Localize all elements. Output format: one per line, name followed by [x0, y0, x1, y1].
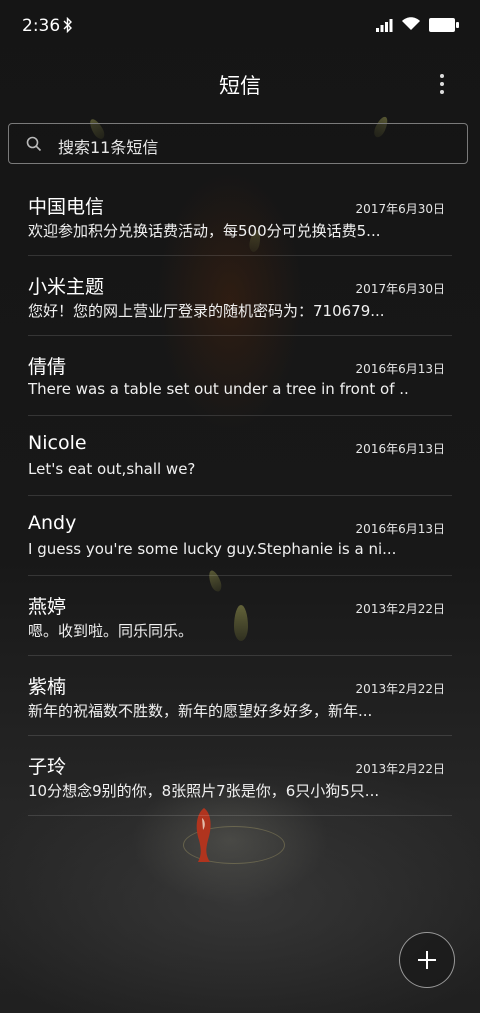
battery-icon: [429, 18, 459, 32]
contact-name: 紫楠: [28, 676, 67, 698]
message-list: 中国电信 2017年6月30日 欢迎参加积分兑换话费活动，每500分可兑换话费5…: [0, 176, 480, 816]
message-date: 2017年6月30日: [355, 282, 445, 296]
message-preview: 嗯。收到啦。同乐同乐。: [28, 622, 194, 640]
message-preview: Let's eat out,shall we?: [28, 460, 196, 478]
more-vertical-icon: [440, 90, 444, 94]
message-preview: 欢迎参加积分兑换话费活动，每500分可兑换话费5...: [28, 222, 381, 240]
message-date: 2013年2月22日: [355, 762, 445, 776]
signal-icon: [376, 19, 393, 32]
message-date: 2016年6月13日: [355, 442, 445, 456]
message-preview: 新年的祝福数不胜数，新年的愿望好多好多，新年...: [28, 702, 373, 720]
bluetooth-icon: [63, 17, 72, 33]
wifi-icon: [402, 17, 420, 30]
page-title: 短信: [219, 74, 261, 98]
more-vertical-icon: [440, 82, 444, 86]
message-item[interactable]: 倩倩 2016年6月13日 There was a table set out …: [28, 336, 452, 416]
message-date: 2013年2月22日: [355, 682, 445, 696]
message-item[interactable]: 中国电信 2017年6月30日 欢迎参加积分兑换话费活动，每500分可兑换话费5…: [28, 176, 452, 256]
message-date: 2016年6月13日: [355, 522, 445, 536]
message-item[interactable]: 燕婷 2013年2月22日 嗯。收到啦。同乐同乐。: [28, 576, 452, 656]
message-preview: 10分想念9别的你，8张照片7张是你，6只小狗5只...: [28, 782, 380, 800]
contact-name: 子玲: [28, 756, 67, 778]
message-date: 2017年6月30日: [355, 202, 445, 216]
status-time: 2:36: [22, 16, 61, 36]
new-message-button[interactable]: [399, 932, 455, 988]
message-preview: There was a table set out under a tree i…: [28, 380, 408, 398]
contact-name: 小米主题: [28, 276, 105, 298]
contact-name: 中国电信: [28, 196, 105, 218]
plus-icon: [418, 951, 436, 969]
message-item[interactable]: Nicole 2016年6月13日 Let's eat out,shall we…: [28, 416, 452, 496]
search-icon: [26, 136, 42, 152]
contact-name: Nicole: [28, 432, 87, 454]
status-bar: 2:36: [0, 0, 480, 52]
more-vertical-icon: [440, 74, 444, 78]
message-item[interactable]: 紫楠 2013年2月22日 新年的祝福数不胜数，新年的愿望好多好多，新年...: [28, 656, 452, 736]
message-date: 2016年6月13日: [355, 362, 445, 376]
contact-name: 燕婷: [28, 596, 67, 618]
message-date: 2013年2月22日: [355, 602, 445, 616]
message-item[interactable]: 小米主题 2017年6月30日 您好！您的网上营业厅登录的随机密码为：71067…: [28, 256, 452, 336]
message-preview: I guess you're some lucky guy.Stephanie …: [28, 540, 397, 558]
message-item[interactable]: Andy 2016年6月13日 I guess you're some luck…: [28, 496, 452, 576]
contact-name: 倩倩: [28, 356, 67, 378]
search-input[interactable]: 搜索11条短信: [8, 123, 468, 164]
contact-name: Andy: [28, 512, 77, 534]
search-placeholder: 搜索11条短信: [58, 138, 159, 157]
message-preview: 您好！您的网上营业厅登录的随机密码为：710679...: [28, 302, 385, 320]
message-item[interactable]: 子玲 2013年2月22日 10分想念9别的你，8张照片7张是你，6只小狗5只.…: [28, 736, 452, 816]
more-options-button[interactable]: [426, 68, 458, 100]
